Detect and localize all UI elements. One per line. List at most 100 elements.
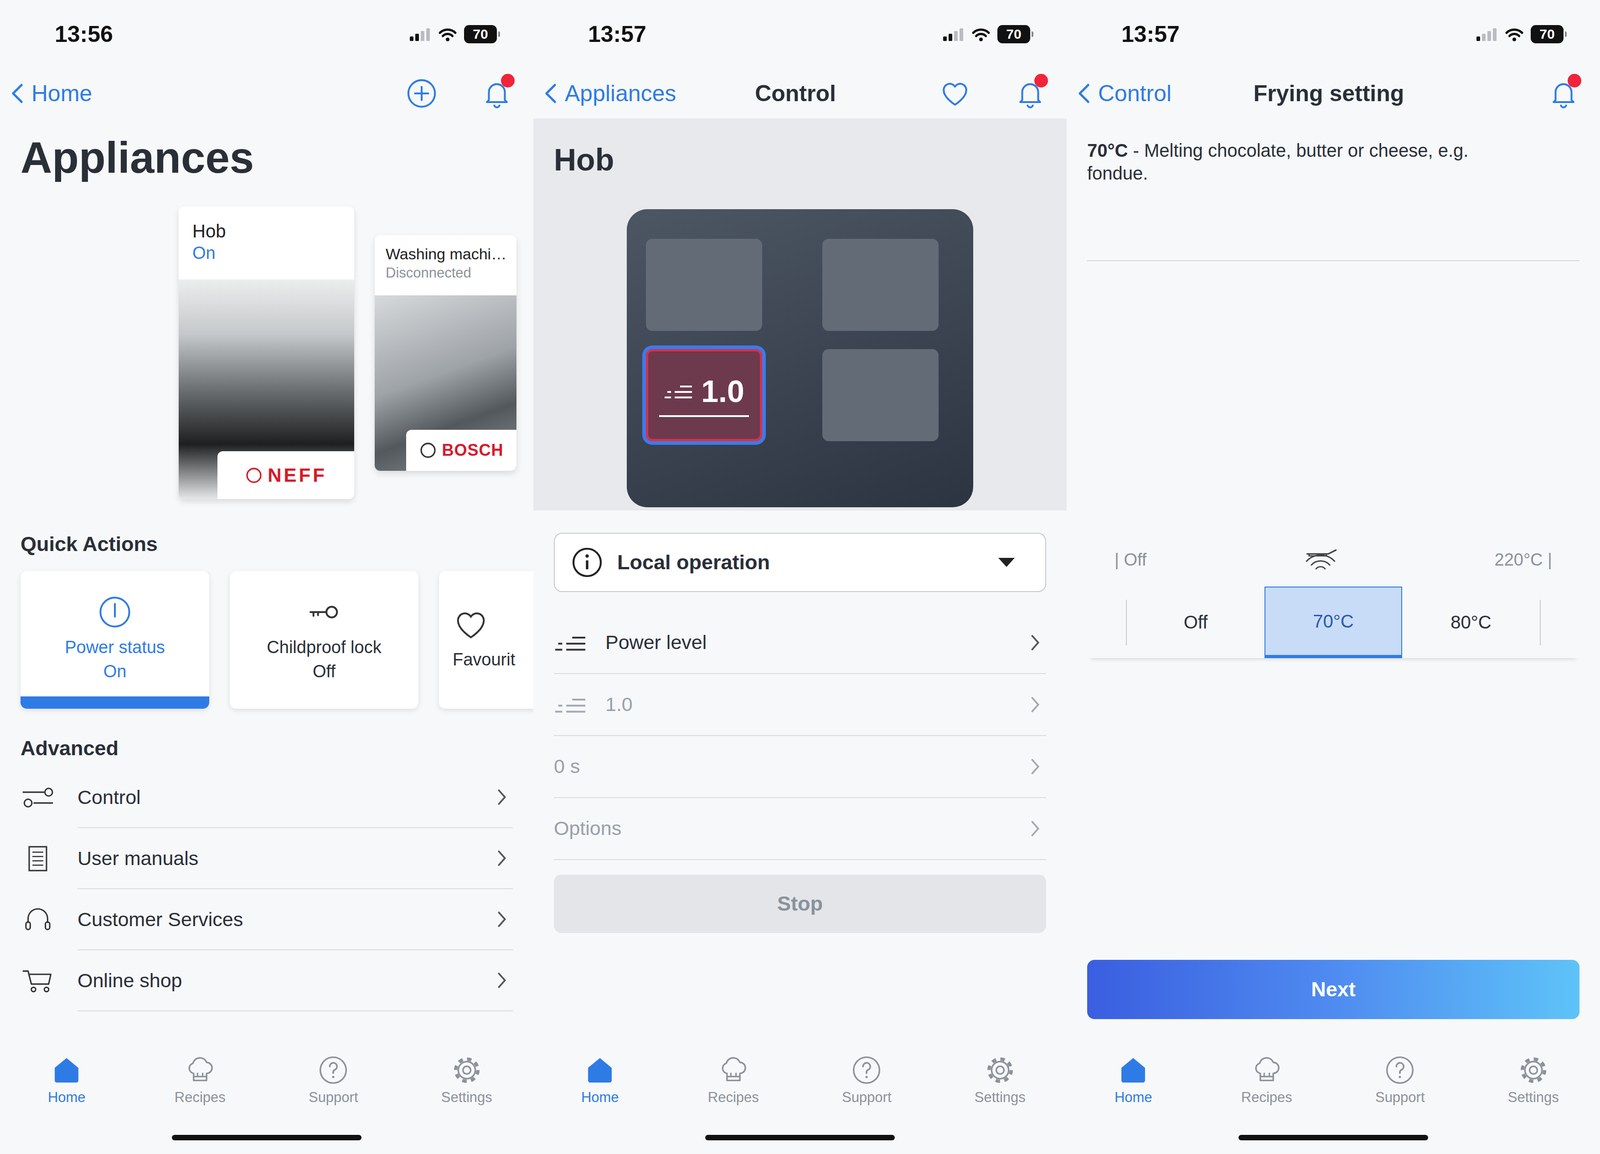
advanced-item[interactable]: Online shop [20,950,513,1012]
help-icon [1384,1054,1416,1086]
notifications-button[interactable] [1547,77,1580,110]
tab-label: Home [1114,1089,1153,1106]
tab-item[interactable]: Support [266,1050,401,1106]
notification-dot [1567,73,1582,88]
tab-item[interactable]: Home [0,1050,134,1106]
battery-level: 70 [1006,26,1022,42]
tab-label: Home [47,1089,86,1106]
home-icon [51,1054,83,1086]
tab-item[interactable]: Support [800,1050,934,1106]
chevron-right-icon [496,910,508,929]
appliance-name: Hob [192,221,341,242]
sliders-icon [20,784,56,811]
divider [1087,260,1580,262]
cooking-zone[interactable]: 1.0 [645,349,763,442]
tab-item[interactable]: Settings [933,1050,1068,1106]
status-bar: 13:5770 [1066,0,1600,69]
chevron-right-icon [1029,695,1041,714]
temperature-option[interactable]: 80°C [1402,586,1540,659]
quick-action-value: On [103,661,127,682]
panel-title: Hob [553,141,1047,179]
home-indicator-area [0,1121,534,1154]
stop-button[interactable]: Stop [553,874,1047,934]
quick-action-card[interactable]: Power status On [20,571,210,709]
status-time: 13:56 [54,20,114,48]
brand-name: BOSCH [441,440,504,460]
heart-icon[interactable] [939,77,971,110]
nav-title: Frying setting [1253,80,1405,107]
appliance-carousel[interactable]: HobOnNEFFWashing machi…DisconnectedBOSCH [178,206,513,500]
home-indicator [171,1135,362,1141]
notifications-button[interactable] [480,77,513,110]
help-icon [317,1054,349,1086]
quick-action-card[interactable]: Favourit [438,571,534,709]
appliance-name: Washing machi… [385,245,506,264]
phone-screen: 13:5770 Control Frying setting 70°C - Melti… [1066,0,1600,1154]
back-button[interactable]: Appliances [544,80,677,107]
appliance-card[interactable]: HobOnNEFF [178,206,355,500]
status-bar: 13:57 70 [533,0,1067,69]
info-icon [570,546,604,579]
tab-label: Support [308,1089,359,1106]
setting-description: 70°C - Melting chocolate, butter or chee… [1087,139,1507,185]
quick-action-label: Power status [64,637,166,658]
setting-row[interactable]: Power level [553,612,1047,675]
cooking-zone[interactable] [822,349,939,442]
quick-actions: Power status On Childproof lockOffFavourit [20,571,534,716]
quick-action-card[interactable]: Childproof lockOff [229,571,419,709]
phone-screen: 13:5770AppliancesControlHob1.0Local oper… [533,0,1067,1154]
hob-panel: Hob 1.0 [533,118,1067,511]
description-value: 70°C [1087,140,1128,161]
home-icon [1117,1054,1149,1086]
screen-content: 70°C - Melting chocolate, butter or chee… [1066,118,1600,1035]
temperature-option[interactable]: 70°C [1264,586,1403,659]
back-button[interactable]: Control [1078,80,1172,107]
mode-dropdown[interactable]: Local operation [553,532,1047,593]
hob-graphic: 1.0 [626,209,974,508]
setting-row[interactable]: 0 s [553,736,1047,799]
screen-content: Hob1.0Local operationPower level1.00 sOp… [533,118,1067,1035]
add-icon[interactable] [405,77,438,110]
setting-row[interactable]: 1.0 [553,674,1047,737]
tab-item[interactable]: Recipes [666,1050,801,1106]
temperature-option[interactable]: Off [1126,586,1265,659]
tab-label: Support [1375,1089,1425,1106]
appliance-card[interactable]: Washing machi…DisconnectedBOSCH [374,235,517,471]
tab-label: Settings [1507,1089,1559,1106]
setting-row[interactable]: Options [553,798,1047,861]
chevron-right-icon [1029,633,1041,652]
tab-label: Recipes [707,1089,759,1106]
temperature-picker[interactable]: Off70°C80°C [1087,586,1580,659]
tab-item[interactable]: Recipes [133,1050,268,1106]
tab-item[interactable]: Settings [400,1050,534,1106]
tab-item[interactable]: Settings [1466,1050,1600,1106]
tab-item[interactable]: Home [1066,1050,1201,1106]
advanced-item[interactable]: User manuals [20,828,513,890]
power-level-icon [553,632,587,653]
help-icon [851,1054,883,1086]
status-time: 13:57 [588,20,647,48]
notifications-button[interactable] [1014,77,1047,110]
chevron-left-icon [1078,82,1090,104]
brand-name: NEFF [267,464,327,487]
home-indicator-area [533,1121,1067,1154]
brand-logo: NEFF [217,451,355,500]
advanced-item[interactable]: Customer Services [20,889,513,951]
tab-item[interactable]: Recipes [1200,1050,1334,1106]
setting-label: Options [553,817,1030,840]
tab-label: Settings [441,1089,493,1106]
back-button[interactable]: Home [11,80,93,107]
cooking-zone[interactable] [645,238,763,331]
power-level-icon [553,694,587,715]
next-button[interactable]: Next [1087,960,1580,1020]
appliance-photo: BOSCH [374,295,517,471]
tab-item[interactable]: Support [1333,1050,1467,1106]
advanced-item[interactable]: Control [20,767,513,829]
tab-item[interactable]: Home [533,1050,667,1106]
cooking-zone[interactable] [822,238,939,331]
status-bar: 13:5670 [0,0,534,69]
brand-logo: BOSCH [406,429,517,471]
tab-label: Home [581,1089,620,1106]
section-title: Advanced [20,736,513,761]
advanced-label: User manuals [77,847,199,870]
